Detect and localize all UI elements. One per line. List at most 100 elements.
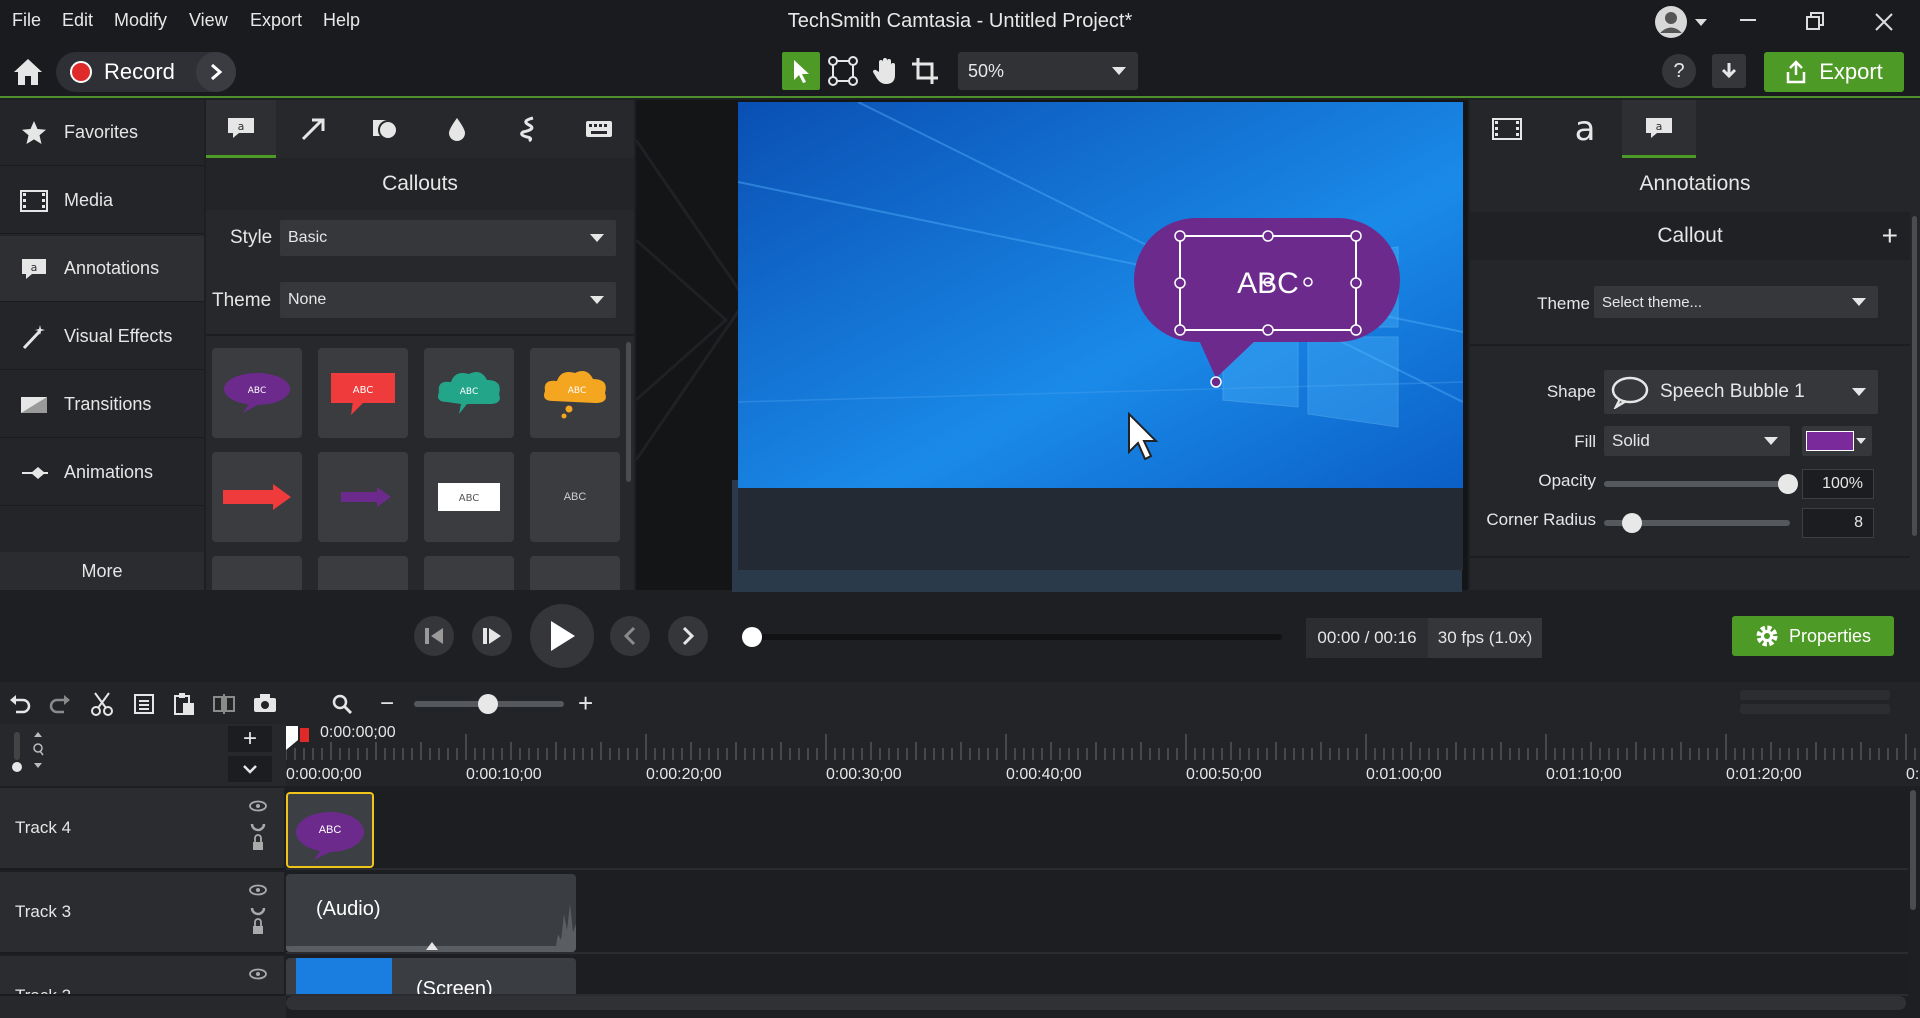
tab-arrows-lines[interactable]: [278, 100, 348, 158]
home-icon[interactable]: [10, 54, 46, 90]
opacity-slider[interactable]: [1604, 481, 1790, 487]
tab-callouts[interactable]: a: [206, 100, 276, 158]
style-select[interactable]: Basic: [280, 220, 616, 256]
camera-snapshot-icon[interactable]: [252, 692, 278, 714]
callout-text[interactable]: ABC: [1180, 262, 1356, 306]
split-icon[interactable]: [212, 692, 236, 716]
user-avatar-icon[interactable]: [1654, 5, 1710, 39]
zoom-out-icon[interactable]: −: [380, 690, 394, 718]
edit-points-tool-icon[interactable]: [824, 52, 862, 90]
menu-file[interactable]: File: [12, 10, 41, 31]
theme-prop-select[interactable]: Select theme...: [1594, 286, 1878, 318]
corner-radius-slider-handle[interactable]: [1622, 513, 1642, 533]
fill-select[interactable]: Solid: [1604, 426, 1790, 456]
timeline-overview-bar-2[interactable]: [1740, 704, 1890, 714]
menu-view[interactable]: View: [189, 10, 228, 31]
undo-icon[interactable]: [8, 692, 32, 716]
step-back-icon[interactable]: [414, 616, 454, 656]
screen-clip[interactable]: (Screen): [286, 958, 576, 994]
minimize-icon[interactable]: [1736, 8, 1760, 32]
nav-favorites[interactable]: Favorites: [0, 100, 204, 166]
collapse-tracks-icon[interactable]: [228, 756, 272, 782]
tab-shapes[interactable]: [350, 100, 420, 158]
restore-icon[interactable]: [1804, 10, 1828, 34]
menu-help[interactable]: Help: [323, 10, 360, 31]
callout-thumb-purple-arrow[interactable]: [318, 452, 408, 542]
previous-marker-icon[interactable]: [610, 616, 650, 656]
nav-transitions[interactable]: Transitions: [0, 372, 204, 438]
audio-clip[interactable]: (Audio): [286, 874, 576, 952]
record-expand-icon[interactable]: [196, 52, 236, 92]
callout-thumb-teal-cloud[interactable]: ABC: [424, 348, 514, 438]
track-height-slider[interactable]: [14, 732, 20, 760]
theme-select[interactable]: None: [280, 282, 616, 318]
callout-thumb-row3-1[interactable]: [212, 556, 302, 590]
nav-annotations[interactable]: a Annotations: [0, 236, 204, 302]
redo-icon[interactable]: [48, 692, 72, 716]
menu-modify[interactable]: Modify: [114, 10, 167, 31]
callout-section-header[interactable]: Callout +: [1470, 212, 1910, 260]
timeline-zoom-handle[interactable]: [478, 694, 498, 714]
callout-thumb-orange-thought[interactable]: ABC: [530, 348, 620, 438]
play-icon[interactable]: [530, 604, 594, 668]
tab-annotation-properties[interactable]: a: [1622, 100, 1696, 158]
zoom-select[interactable]: 50%: [958, 52, 1138, 90]
timeline-horizontal-scrollbar[interactable]: [286, 996, 1906, 1010]
export-button[interactable]: Export: [1764, 52, 1904, 92]
callout-thumb-purple-bubble[interactable]: ABC: [212, 348, 302, 438]
callout-thumb-row3-4[interactable]: [530, 556, 620, 590]
cut-icon[interactable]: [90, 691, 114, 717]
playhead-marker-icon[interactable]: [286, 726, 312, 750]
track-visibility-lock-icons[interactable]: [248, 882, 268, 942]
timeline-overview-bar[interactable]: [1740, 690, 1890, 700]
close-icon[interactable]: [1872, 10, 1896, 34]
track-visibility-icon[interactable]: [248, 966, 268, 986]
select-tool-icon[interactable]: [782, 52, 820, 90]
track-header-2[interactable]: Track 2: [0, 956, 284, 996]
tab-visual-properties[interactable]: [1470, 100, 1544, 158]
track-header-3[interactable]: Track 3: [0, 872, 284, 954]
nav-animations[interactable]: Animations: [0, 440, 204, 506]
nav-visual-effects[interactable]: Visual Effects: [0, 304, 204, 370]
corner-radius-input[interactable]: 8: [1802, 508, 1874, 538]
callout-clip[interactable]: ABC: [286, 792, 374, 868]
callout-thumb-row3-2[interactable]: [318, 556, 408, 590]
record-button[interactable]: Record: [56, 52, 236, 92]
preview-canvas[interactable]: ABC: [738, 102, 1463, 488]
nav-media[interactable]: Media: [0, 168, 204, 234]
tab-blur-highlight[interactable]: [422, 100, 492, 158]
fill-color-picker[interactable]: [1802, 426, 1872, 456]
pan-tool-icon[interactable]: [866, 52, 904, 90]
copy-icon[interactable]: [132, 692, 156, 716]
scrub-bar[interactable]: [752, 634, 1282, 640]
callout-thumb-white-box[interactable]: ABC: [424, 452, 514, 542]
add-icon[interactable]: +: [1882, 220, 1898, 252]
track-visibility-lock-icons[interactable]: [248, 798, 268, 858]
timeline-ruler[interactable]: 0:00:00;00 0:00:00;00 0:00:10;00 0:00:20;0…: [286, 724, 1920, 786]
paste-icon[interactable]: [172, 691, 196, 717]
crop-tool-icon[interactable]: [906, 52, 944, 90]
scrub-handle[interactable]: [742, 627, 762, 647]
fps-indicator[interactable]: 30 fps (1.0x): [1428, 618, 1542, 658]
callout-thumb-red-rect[interactable]: ABC: [318, 348, 408, 438]
more-button[interactable]: More: [0, 552, 204, 590]
callout-thumb-row3-3[interactable]: [424, 556, 514, 590]
timeline-vertical-scrollbar[interactable]: [1910, 790, 1916, 910]
track-lane-3[interactable]: (Audio): [286, 872, 1908, 954]
track-lane-2[interactable]: (Screen): [286, 956, 1908, 996]
tab-text-properties[interactable]: a: [1548, 100, 1622, 158]
library-scrollbar[interactable]: [626, 342, 631, 482]
help-icon[interactable]: ?: [1662, 54, 1696, 88]
track-header-4[interactable]: Track 4: [0, 788, 284, 870]
tab-sketch-motion[interactable]: [494, 100, 564, 158]
callout-thumb-text-only[interactable]: ABC: [530, 452, 620, 542]
opacity-input[interactable]: 100%: [1802, 469, 1874, 499]
menu-export[interactable]: Export: [250, 10, 302, 31]
opacity-slider-handle[interactable]: [1778, 474, 1798, 494]
callout-thumb-red-arrow[interactable]: [212, 452, 302, 542]
menu-edit[interactable]: Edit: [62, 10, 93, 31]
step-forward-icon[interactable]: [472, 616, 512, 656]
track-height-handle[interactable]: [12, 762, 22, 772]
zoom-timeline-icon[interactable]: [330, 692, 354, 716]
next-marker-icon[interactable]: [668, 616, 708, 656]
